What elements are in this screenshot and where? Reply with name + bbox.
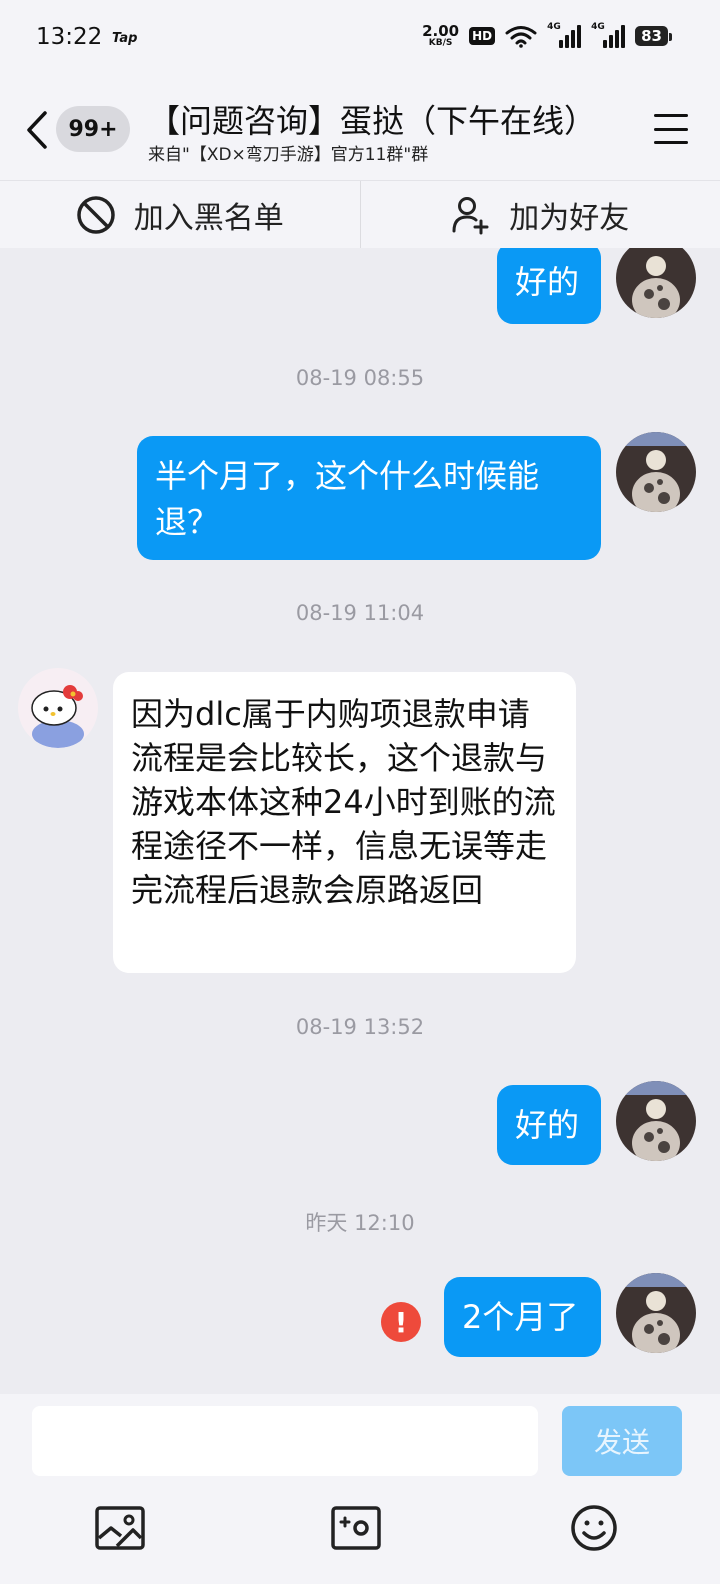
incoming-message-bubble[interactable]: 因为dlc属于内购项退款申请流程是会比较长，这个退款与游戏本体这种24小时到账的… <box>113 672 576 973</box>
user-plus-icon <box>452 196 489 234</box>
outgoing-message-bubble[interactable]: 半个月了，这个什么时候能退？ <box>137 436 601 560</box>
message-input[interactable] <box>32 1406 538 1476</box>
chevron-left-icon <box>27 111 47 149</box>
stranger-action-bar: 加入黑名单 加为好友 <box>0 180 720 248</box>
status-bar: 13:22 Tap 2.00 KB/S HD 4G 4G 83 <box>0 0 720 80</box>
outgoing-message-bubble[interactable]: 2个月了 <box>444 1277 601 1357</box>
network-speed: 2.00 KB/S <box>422 22 460 48</box>
hd-voice-icon: HD <box>469 27 496 45</box>
send-failed-icon[interactable]: ! <box>381 1302 421 1342</box>
emoji-button[interactable] <box>568 1502 620 1554</box>
status-time: 13:22 <box>36 24 103 50</box>
ban-icon <box>77 195 115 234</box>
menu-button[interactable] <box>654 114 688 144</box>
composer-bar: 发送 <box>0 1394 720 1584</box>
self-avatar[interactable] <box>616 1273 696 1353</box>
message-timestamp: 08-19 08:55 <box>295 366 425 390</box>
chat-header: 99+ 【问题咨询】蛋挞（下午在线） 来自"【XD×弯刀手游】官方11群"群 <box>0 80 720 180</box>
sender-avatar[interactable] <box>18 668 98 748</box>
taptap-notification-icon: Tap <box>112 31 138 46</box>
message-timestamp: 08-19 11:04 <box>295 601 425 625</box>
battery-icon: 83 <box>635 26 672 46</box>
add-friend-button[interactable]: 加为好友 <box>361 181 720 248</box>
self-avatar[interactable] <box>616 248 696 318</box>
send-button[interactable]: 发送 <box>562 1406 682 1476</box>
block-label: 加入黑名单 <box>133 200 284 236</box>
chat-title: 【问题咨询】蛋挞（下午在线） <box>148 102 597 140</box>
status-indicators: 2.00 KB/S HD 4G 4G 83 <box>422 22 672 48</box>
image-button[interactable] <box>94 1502 146 1554</box>
back-button[interactable] <box>22 108 52 152</box>
self-avatar[interactable] <box>616 1081 696 1161</box>
emoji-icon <box>571 1505 617 1551</box>
block-button[interactable]: 加入黑名单 <box>0 181 360 248</box>
hamburger-menu-icon <box>654 114 688 117</box>
chat-subtitle: 来自"【XD×弯刀手游】官方11群"群 <box>148 145 429 165</box>
camera-button[interactable] <box>330 1502 382 1554</box>
message-list[interactable]: 好的 08-19 08:55 半个月了，这个什么时候能退？ 08-19 11:0… <box>0 248 720 1394</box>
outgoing-message-bubble[interactable]: 好的 <box>497 248 601 324</box>
self-avatar[interactable] <box>616 432 696 512</box>
message-timestamp: 08-19 13:52 <box>295 1015 425 1039</box>
outgoing-message-bubble[interactable]: 好的 <box>497 1085 601 1165</box>
image-icon <box>95 1506 145 1550</box>
message-timestamp: 昨天 12:10 <box>305 1211 415 1235</box>
cell-signal-icon: 4G <box>547 22 582 48</box>
unread-count-badge[interactable]: 99+ <box>56 106 130 152</box>
cell-signal-icon: 4G <box>591 22 626 48</box>
camera-icon <box>331 1506 381 1550</box>
wifi-icon <box>505 26 537 48</box>
add-friend-label: 加为好友 <box>509 200 630 236</box>
